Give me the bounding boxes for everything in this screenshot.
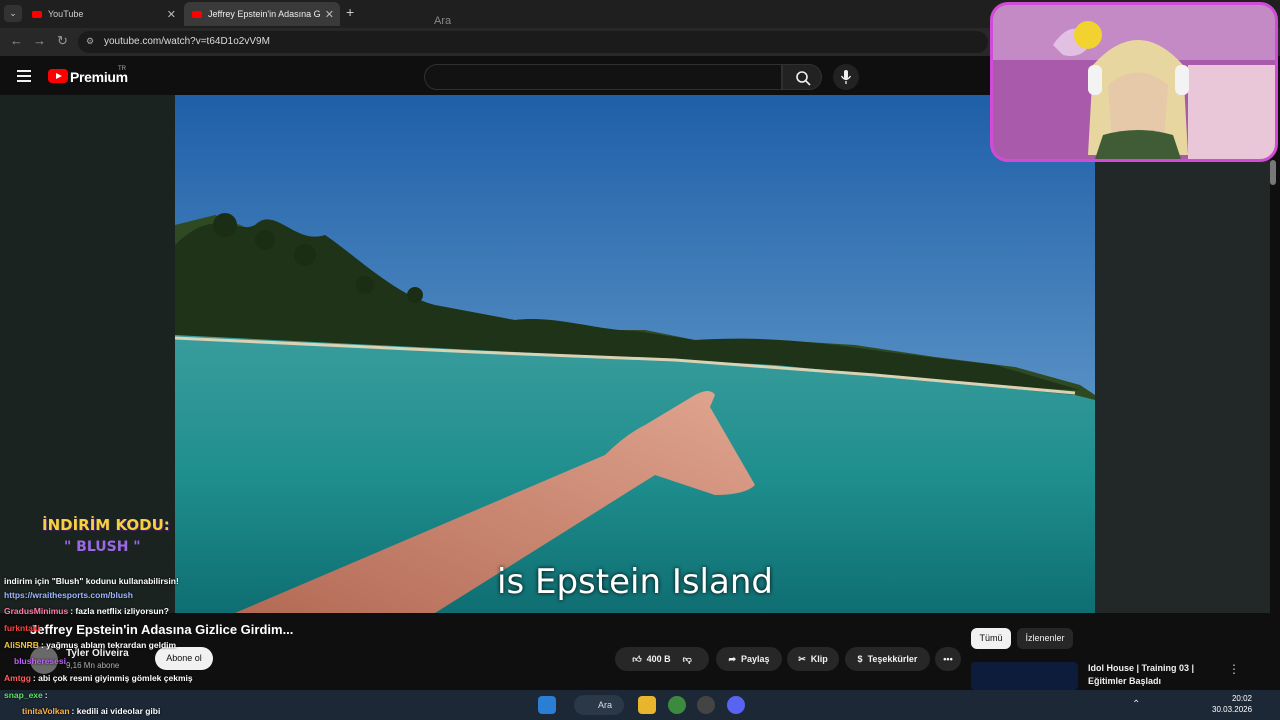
recommended-thumbnail[interactable] — [971, 662, 1078, 690]
chat-text: : yağmuş ablam tekrardan geldim — [40, 640, 177, 650]
chat-message: Amtgg: abi çok resmi giyinmiş gömlek çek… — [4, 673, 193, 683]
chevron-up-icon[interactable]: ⌃ — [1132, 699, 1142, 710]
like-dislike-group: 👍︎ 400 B 👎︎ — [615, 647, 709, 671]
chat-text: https://wraithesports.com/blush — [4, 590, 133, 600]
chat-text: indirim için "Blush" kodunu kullanabilir… — [4, 576, 179, 586]
chat-text: : kedili ai videolar gibi — [71, 706, 161, 716]
chat-user: furkntaki — [4, 623, 40, 633]
chat-message: AliSNRB: yağmuş ablam tekrardan geldim — [4, 640, 176, 650]
back-icon[interactable]: ← — [10, 33, 23, 48]
clock-time: 20:02 — [1231, 694, 1252, 703]
more-icon: ••• — [943, 654, 953, 664]
taskbar-clock[interactable]: 20:02 30.03.2026 — [1212, 693, 1252, 715]
filter-chip-watched[interactable]: İzlenenler — [1017, 628, 1073, 649]
more-vert-icon[interactable]: ⋮ — [1228, 662, 1240, 676]
promo-title: İNDİRİM KODU: — [42, 516, 170, 534]
thanks-icon: $ — [857, 654, 863, 664]
chat-message: tinitaVolkan: kedili ai videolar gibi — [22, 706, 160, 716]
subscriber-count: 9,16 Mn abone — [66, 661, 120, 670]
chat-user: snap_exe — [4, 690, 43, 700]
left-backdrop — [0, 95, 175, 613]
more-actions-button[interactable]: ••• — [935, 647, 961, 671]
subscribe-button[interactable]: Abone ol — [155, 647, 213, 670]
discord-icon[interactable] — [727, 696, 745, 714]
like-icon[interactable]: 👍︎ — [632, 654, 641, 665]
search-icon — [796, 71, 811, 86]
chat-text: : fazla netflix izliyorsun? — [70, 606, 169, 616]
taskbar-search[interactable]: Ara — [574, 695, 624, 715]
youtube-logo-icon[interactable] — [48, 69, 68, 83]
microphone-icon — [840, 70, 852, 84]
video-title: Jeffrey Epstein'in Adasına Gizlice Girdi… — [30, 622, 294, 637]
tab-video[interactable]: Jeffrey Epstein'in Adasına G ✕ — [184, 2, 340, 26]
chrome-icon[interactable] — [668, 696, 686, 714]
taskbar-search-label: Ara — [598, 700, 613, 710]
search-placeholder: Ara — [434, 15, 452, 27]
chat-message: blusheresesi — [14, 656, 68, 666]
close-tab-icon[interactable]: ✕ — [325, 8, 334, 21]
thanks-label: Teşekkürler — [867, 654, 918, 664]
file-explorer-icon[interactable] — [638, 696, 656, 714]
forward-icon[interactable]: → — [33, 33, 46, 48]
youtube-favicon-icon — [32, 10, 42, 18]
share-button[interactable]: ➦ Paylaş — [716, 647, 782, 671]
obs-icon[interactable] — [697, 696, 715, 714]
clip-label: Klip — [810, 654, 828, 664]
share-label: Paylaş — [741, 654, 770, 664]
streamer-camera-image — [993, 5, 1275, 159]
chat-message: furkntaki — [4, 623, 42, 633]
site-info-icon[interactable]: ⚙ — [86, 36, 94, 47]
like-count[interactable]: 400 B — [647, 654, 671, 664]
search-input[interactable] — [424, 64, 782, 90]
clock-date: 30.03.2026 — [1212, 705, 1253, 714]
url-text[interactable]: youtube.com/watch?v=t64D1o2vV9M — [104, 36, 270, 47]
dislike-icon[interactable]: 👎︎ — [683, 654, 692, 665]
right-backdrop — [1095, 95, 1270, 613]
share-icon: ➦ — [728, 653, 736, 664]
tab-title: Jeffrey Epstein'in Adasına G — [208, 9, 321, 19]
video-frame-image — [175, 95, 1095, 613]
chat-user: Amtgg — [4, 673, 31, 683]
scrollbar-thumb[interactable] — [1270, 160, 1276, 185]
webcam-overlay — [990, 2, 1278, 162]
search-button[interactable] — [782, 64, 822, 90]
chat-user: tinitaVolkan — [22, 706, 70, 716]
tab-youtube[interactable]: YouTube ✕ — [24, 2, 182, 26]
chat-message: https://wraithesports.com/blush — [4, 590, 133, 600]
thanks-button[interactable]: $ Teşekkürler — [845, 647, 930, 671]
filter-chip-all[interactable]: Tümü — [971, 628, 1011, 649]
chat-text: : — [44, 690, 48, 700]
tab-list-button[interactable]: ⌄ — [4, 5, 22, 22]
clip-button[interactable]: ✂ Klip — [787, 647, 839, 671]
voice-search-button[interactable] — [833, 64, 859, 90]
youtube-favicon-icon — [192, 10, 202, 18]
chat-text: : abi çok resmi giyinmiş gömlek çekmiş — [32, 673, 193, 683]
recommended-title[interactable]: Idol House | Training 03 | Eğitimler Baş… — [1088, 662, 1208, 688]
chat-message: snap_exe: — [4, 690, 48, 700]
tab-title: YouTube — [48, 9, 84, 19]
windows-start-icon[interactable] — [538, 696, 556, 714]
new-tab-button[interactable]: + — [346, 4, 354, 20]
video-player[interactable] — [175, 95, 1095, 613]
chat-user: AliSNRB — [4, 640, 39, 650]
close-tab-icon[interactable]: ✕ — [167, 8, 176, 21]
chat-user: GradusMinimus — [4, 606, 69, 616]
promo-code: " BLUSH " — [64, 539, 141, 555]
scissors-icon: ✂ — [798, 653, 806, 664]
chat-user: blusheresesi — [14, 656, 66, 666]
country-code: TR — [118, 66, 126, 72]
menu-icon[interactable] — [17, 70, 31, 82]
chat-message: indirim için "Blush" kodunu kullanabilir… — [4, 576, 179, 586]
chat-message: GradusMinimus: fazla netflix izliyorsun? — [4, 606, 169, 616]
reload-icon[interactable]: ↻ — [57, 33, 68, 49]
video-caption: is Epstein Island — [497, 562, 773, 602]
